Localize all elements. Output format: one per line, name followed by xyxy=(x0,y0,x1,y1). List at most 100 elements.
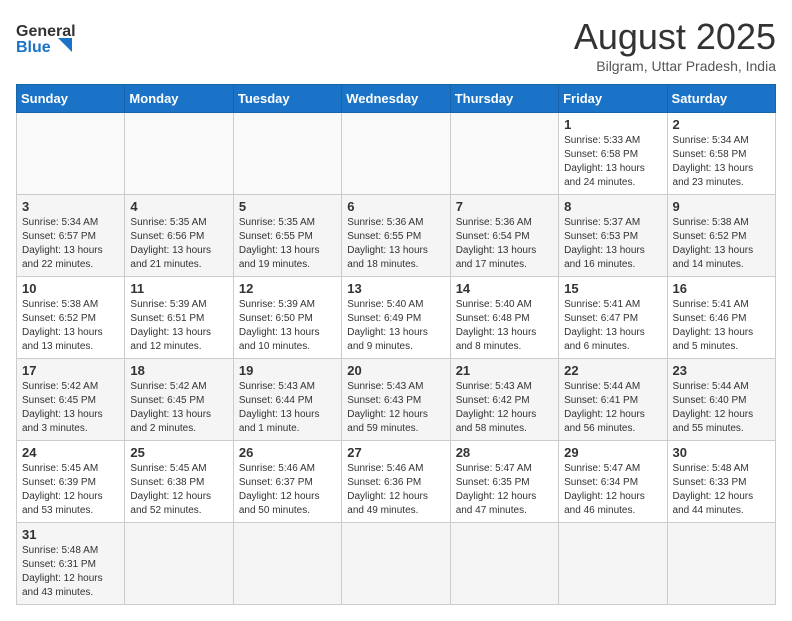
logo: General Blue xyxy=(16,16,76,60)
day-info: Sunrise: 5:43 AM Sunset: 6:42 PM Dayligh… xyxy=(456,380,553,436)
day-number: 21 xyxy=(456,363,553,378)
calendar-cell xyxy=(125,113,233,195)
day-info: Sunrise: 5:39 AM Sunset: 6:50 PM Dayligh… xyxy=(239,298,336,354)
day-info: Sunrise: 5:42 AM Sunset: 6:45 PM Dayligh… xyxy=(22,380,119,436)
calendar-cell xyxy=(342,113,450,195)
location-subtitle: Bilgram, Uttar Pradesh, India xyxy=(574,58,776,74)
calendar-cell: 24Sunrise: 5:45 AM Sunset: 6:39 PM Dayli… xyxy=(17,441,125,523)
day-number: 8 xyxy=(564,199,661,214)
calendar-cell xyxy=(17,113,125,195)
day-number: 28 xyxy=(456,445,553,460)
calendar-cell: 3Sunrise: 5:34 AM Sunset: 6:57 PM Daylig… xyxy=(17,195,125,277)
calendar-cell: 17 Sunrise: 5:42 AM Sunset: 6:45 PM Dayli… xyxy=(17,359,125,441)
calendar-week-row: 17 Sunrise: 5:42 AM Sunset: 6:45 PM Dayli… xyxy=(17,359,776,441)
day-info: Sunrise: 5:41 AM Sunset: 6:46 PM Dayligh… xyxy=(673,298,770,354)
calendar-cell: 16 Sunrise: 5:41 AM Sunset: 6:46 PM Dayli… xyxy=(667,277,775,359)
calendar-week-row: 31Sunrise: 5:48 AM Sunset: 6:31 PM Dayli… xyxy=(17,523,776,605)
day-info: Sunrise: 5:34 AM Sunset: 6:57 PM Dayligh… xyxy=(22,216,119,272)
day-number: 14 xyxy=(456,281,553,296)
day-info: Sunrise: 5:36 AM Sunset: 6:54 PM Dayligh… xyxy=(456,216,553,272)
calendar-cell: 19 Sunrise: 5:43 AM Sunset: 6:44 PM Dayli… xyxy=(233,359,341,441)
day-info: Sunrise: 5:35 AM Sunset: 6:56 PM Dayligh… xyxy=(130,216,227,272)
day-info: Sunrise: 5:40 AM Sunset: 6:48 PM Dayligh… xyxy=(456,298,553,354)
svg-text:General: General xyxy=(16,23,76,40)
calendar-cell xyxy=(559,523,667,605)
day-info: Sunrise: 5:48 AM Sunset: 6:31 PM Dayligh… xyxy=(22,544,119,600)
day-info: Sunrise: 5:44 AM Sunset: 6:40 PM Dayligh… xyxy=(673,380,770,436)
calendar-cell: 20Sunrise: 5:43 AM Sunset: 6:43 PM Dayli… xyxy=(342,359,450,441)
day-number: 6 xyxy=(347,199,444,214)
calendar-cell: 21 Sunrise: 5:43 AM Sunset: 6:42 PM Dayli… xyxy=(450,359,558,441)
day-number: 19 xyxy=(239,363,336,378)
calendar-cell: 27 Sunrise: 5:46 AM Sunset: 6:36 PM Dayli… xyxy=(342,441,450,523)
day-info: Sunrise: 5:38 AM Sunset: 6:52 PM Dayligh… xyxy=(22,298,119,354)
col-friday: Friday xyxy=(559,85,667,113)
day-number: 29 xyxy=(564,445,661,460)
calendar-cell: 4 Sunrise: 5:35 AM Sunset: 6:56 PM Daylig… xyxy=(125,195,233,277)
calendar-cell xyxy=(233,523,341,605)
calendar-cell: 8Sunrise: 5:37 AM Sunset: 6:53 PM Daylig… xyxy=(559,195,667,277)
calendar-cell: 7 Sunrise: 5:36 AM Sunset: 6:54 PM Daylig… xyxy=(450,195,558,277)
day-info: Sunrise: 5:45 AM Sunset: 6:38 PM Dayligh… xyxy=(130,462,227,518)
calendar-cell: 14 Sunrise: 5:40 AM Sunset: 6:48 PM Dayli… xyxy=(450,277,558,359)
day-number: 22 xyxy=(564,363,661,378)
calendar-week-row: 3Sunrise: 5:34 AM Sunset: 6:57 PM Daylig… xyxy=(17,195,776,277)
day-number: 11 xyxy=(130,281,227,296)
col-monday: Monday xyxy=(125,85,233,113)
calendar-cell: 1 Sunrise: 5:33 AM Sunset: 6:58 PM Daylig… xyxy=(559,113,667,195)
day-number: 13 xyxy=(347,281,444,296)
month-title: August 2025 xyxy=(574,16,776,58)
day-info: Sunrise: 5:43 AM Sunset: 6:44 PM Dayligh… xyxy=(239,380,336,436)
calendar-cell: 5Sunrise: 5:35 AM Sunset: 6:55 PM Daylig… xyxy=(233,195,341,277)
col-tuesday: Tuesday xyxy=(233,85,341,113)
header: General Blue August 2025 Bilgram, Uttar … xyxy=(16,16,776,74)
calendar-cell xyxy=(233,113,341,195)
col-wednesday: Wednesday xyxy=(342,85,450,113)
calendar-cell: 10Sunrise: 5:38 AM Sunset: 6:52 PM Dayli… xyxy=(17,277,125,359)
day-info: Sunrise: 5:45 AM Sunset: 6:39 PM Dayligh… xyxy=(22,462,119,518)
calendar-week-row: 24Sunrise: 5:45 AM Sunset: 6:39 PM Dayli… xyxy=(17,441,776,523)
calendar-cell: 2Sunrise: 5:34 AM Sunset: 6:58 PM Daylig… xyxy=(667,113,775,195)
calendar-cell: 11Sunrise: 5:39 AM Sunset: 6:51 PM Dayli… xyxy=(125,277,233,359)
calendar-week-row: 1 Sunrise: 5:33 AM Sunset: 6:58 PM Daylig… xyxy=(17,113,776,195)
day-number: 2 xyxy=(673,117,770,132)
day-info: Sunrise: 5:36 AM Sunset: 6:55 PM Dayligh… xyxy=(347,216,444,272)
day-number: 1 xyxy=(564,117,661,132)
calendar-cell: 6 Sunrise: 5:36 AM Sunset: 6:55 PM Daylig… xyxy=(342,195,450,277)
calendar-table: Sunday Monday Tuesday Wednesday Thursday… xyxy=(16,84,776,605)
calendar-cell: 18Sunrise: 5:42 AM Sunset: 6:45 PM Dayli… xyxy=(125,359,233,441)
day-number: 7 xyxy=(456,199,553,214)
day-number: 20 xyxy=(347,363,444,378)
day-number: 30 xyxy=(673,445,770,460)
day-info: Sunrise: 5:44 AM Sunset: 6:41 PM Dayligh… xyxy=(564,380,661,436)
calendar-cell: 30 Sunrise: 5:48 AM Sunset: 6:33 PM Dayli… xyxy=(667,441,775,523)
day-info: Sunrise: 5:33 AM Sunset: 6:58 PM Dayligh… xyxy=(564,134,661,190)
title-area: August 2025 Bilgram, Uttar Pradesh, Indi… xyxy=(574,16,776,74)
calendar-cell: 12 Sunrise: 5:39 AM Sunset: 6:50 PM Dayli… xyxy=(233,277,341,359)
day-info: Sunrise: 5:47 AM Sunset: 6:35 PM Dayligh… xyxy=(456,462,553,518)
calendar-cell: 26 Sunrise: 5:46 AM Sunset: 6:37 PM Dayli… xyxy=(233,441,341,523)
day-number: 12 xyxy=(239,281,336,296)
day-info: Sunrise: 5:47 AM Sunset: 6:34 PM Dayligh… xyxy=(564,462,661,518)
day-info: Sunrise: 5:46 AM Sunset: 6:37 PM Dayligh… xyxy=(239,462,336,518)
day-info: Sunrise: 5:40 AM Sunset: 6:49 PM Dayligh… xyxy=(347,298,444,354)
day-number: 4 xyxy=(130,199,227,214)
day-number: 26 xyxy=(239,445,336,460)
calendar-cell: 9Sunrise: 5:38 AM Sunset: 6:52 PM Daylig… xyxy=(667,195,775,277)
day-info: Sunrise: 5:35 AM Sunset: 6:55 PM Dayligh… xyxy=(239,216,336,272)
calendar-cell: 31Sunrise: 5:48 AM Sunset: 6:31 PM Dayli… xyxy=(17,523,125,605)
day-info: Sunrise: 5:48 AM Sunset: 6:33 PM Dayligh… xyxy=(673,462,770,518)
calendar-header-row: Sunday Monday Tuesday Wednesday Thursday… xyxy=(17,85,776,113)
logo-icon: General Blue xyxy=(16,16,76,60)
calendar-cell: 25Sunrise: 5:45 AM Sunset: 6:38 PM Dayli… xyxy=(125,441,233,523)
day-info: Sunrise: 5:46 AM Sunset: 6:36 PM Dayligh… xyxy=(347,462,444,518)
day-info: Sunrise: 5:42 AM Sunset: 6:45 PM Dayligh… xyxy=(130,380,227,436)
calendar-cell: 23Sunrise: 5:44 AM Sunset: 6:40 PM Dayli… xyxy=(667,359,775,441)
day-number: 27 xyxy=(347,445,444,460)
day-number: 15 xyxy=(564,281,661,296)
day-number: 16 xyxy=(673,281,770,296)
calendar-cell xyxy=(342,523,450,605)
day-number: 17 xyxy=(22,363,119,378)
calendar-cell xyxy=(125,523,233,605)
calendar-week-row: 10Sunrise: 5:38 AM Sunset: 6:52 PM Dayli… xyxy=(17,277,776,359)
